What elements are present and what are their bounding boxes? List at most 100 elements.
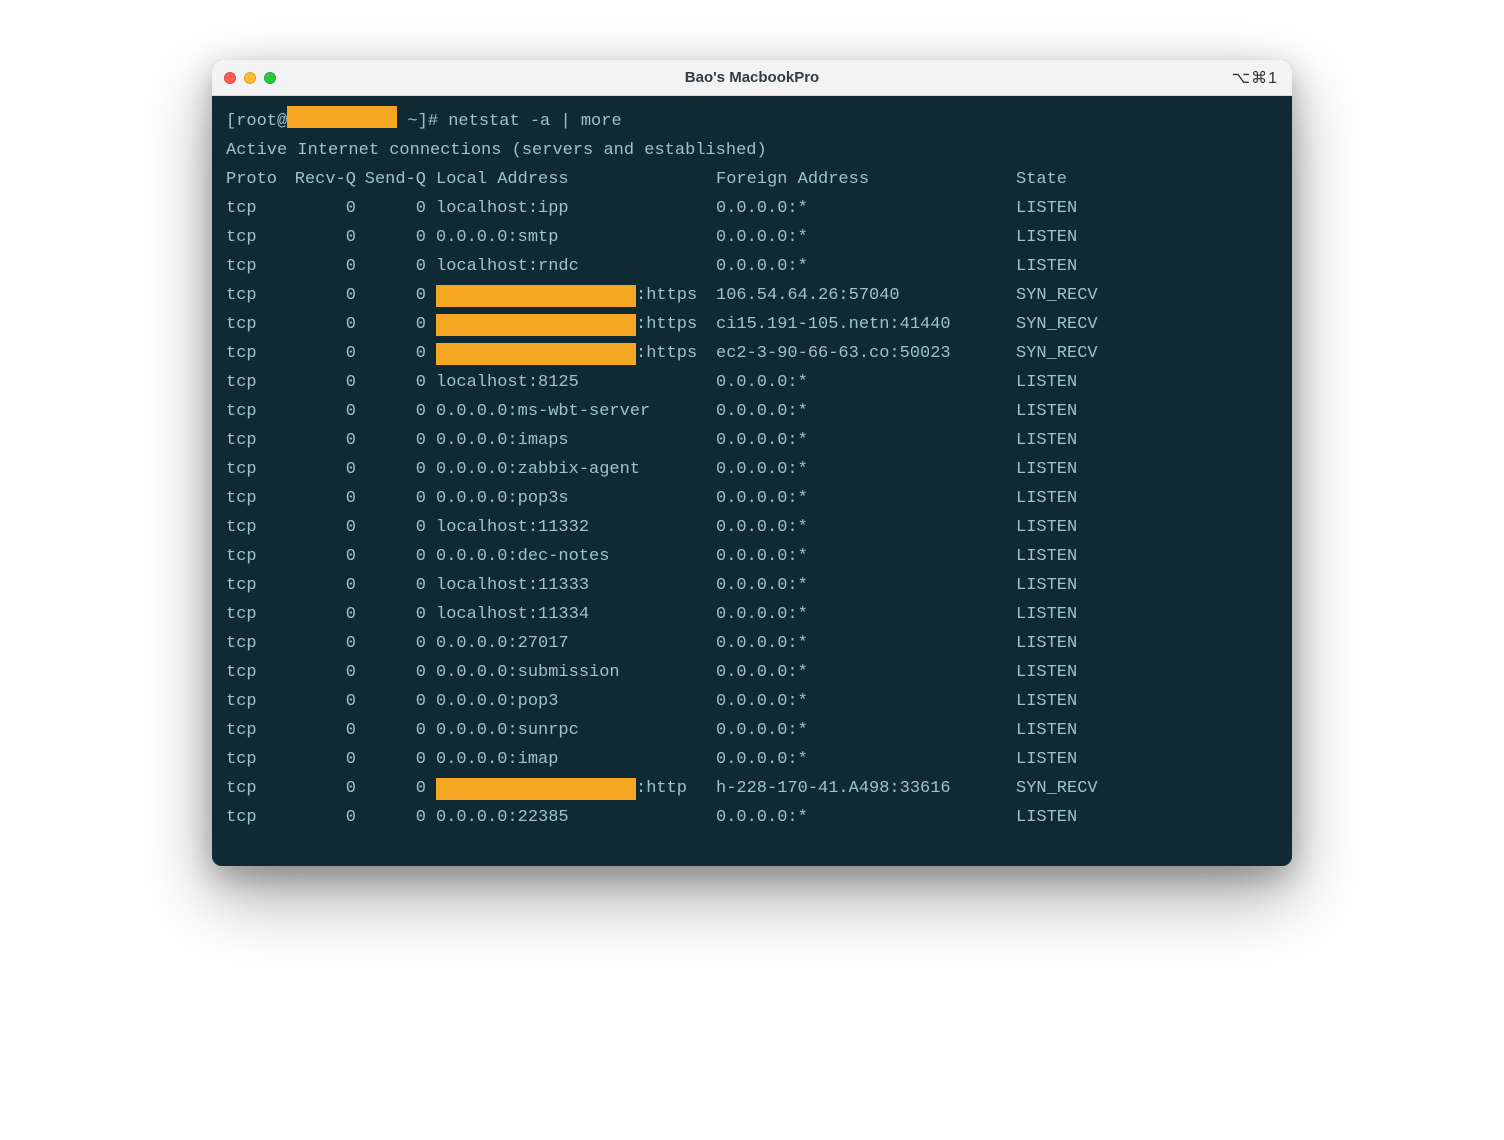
column-headers: ProtoRecv-QSend-Q Local AddressForeign A… — [226, 165, 1278, 194]
cell-recvq: 0 — [286, 716, 356, 745]
cell-foreign-address: 0.0.0.0:* — [716, 397, 1016, 426]
cell-sendq: 0 — [356, 368, 426, 397]
cell-foreign-address: ec2-3-90-66-63.co:50023 — [716, 339, 1016, 368]
cell-foreign-address: 0.0.0.0:* — [716, 716, 1016, 745]
cell-recvq: 0 — [286, 397, 356, 426]
cell-recvq: 0 — [286, 600, 356, 629]
col-foreign-header: Foreign Address — [716, 165, 1016, 194]
cell-state: SYN_RECV — [1016, 339, 1098, 368]
terminal-body[interactable]: [root@ ~]# netstat -a | more Active Inte… — [212, 96, 1292, 866]
netstat-row: tcp00 0.0.0.0:ms-wbt-server0.0.0.0:*LIST… — [226, 397, 1278, 426]
cell-proto: tcp — [226, 803, 286, 832]
close-button[interactable] — [224, 72, 236, 84]
netstat-row: tcp00 :httpsci15.191-105.netn:41440SYN_R… — [226, 310, 1278, 339]
cell-sendq: 0 — [356, 629, 426, 658]
command-text: netstat -a | more — [448, 112, 621, 131]
netstat-row: tcp00 0.0.0.0:imaps0.0.0.0:*LISTEN — [226, 426, 1278, 455]
prompt-suffix: ~]# — [397, 112, 448, 131]
cell-proto: tcp — [226, 687, 286, 716]
cell-sendq: 0 — [356, 716, 426, 745]
cell-state: LISTEN — [1016, 397, 1077, 426]
cell-sendq: 0 — [356, 687, 426, 716]
cell-recvq: 0 — [286, 803, 356, 832]
subheader: Active Internet connections (servers and… — [226, 136, 1278, 165]
cell-sendq: 0 — [356, 513, 426, 542]
netstat-row: tcp00 0.0.0.0:zabbix-agent0.0.0.0:*LISTE… — [226, 455, 1278, 484]
cell-proto: tcp — [226, 426, 286, 455]
cell-foreign-address: 0.0.0.0:* — [716, 484, 1016, 513]
cell-proto: tcp — [226, 484, 286, 513]
col-recvq-header: Recv-Q — [286, 165, 356, 194]
cell-proto: tcp — [226, 774, 286, 803]
cell-local-address: 0.0.0.0:pop3 — [436, 687, 716, 716]
cell-sendq: 0 — [356, 658, 426, 687]
netstat-row: tcp00 localhost:113340.0.0.0:*LISTEN — [226, 600, 1278, 629]
cell-state: LISTEN — [1016, 629, 1077, 658]
netstat-row: tcp00 :httpsec2-3-90-66-63.co:50023SYN_R… — [226, 339, 1278, 368]
cell-state: LISTEN — [1016, 542, 1077, 571]
cell-proto: tcp — [226, 716, 286, 745]
netstat-rows: tcp00 localhost:ipp0.0.0.0:*LISTEN tcp00 … — [226, 194, 1278, 832]
cell-recvq: 0 — [286, 194, 356, 223]
cell-state: LISTEN — [1016, 803, 1077, 832]
cell-proto: tcp — [226, 194, 286, 223]
cell-foreign-address: 0.0.0.0:* — [716, 803, 1016, 832]
minimize-button[interactable] — [244, 72, 256, 84]
local-suffix: :http — [636, 774, 687, 803]
cell-sendq: 0 — [356, 194, 426, 223]
cell-proto: tcp — [226, 600, 286, 629]
redacted-hostname — [287, 106, 397, 128]
cell-local-address: 0.0.0.0:zabbix-agent — [436, 455, 716, 484]
cell-proto: tcp — [226, 629, 286, 658]
cell-state: LISTEN — [1016, 368, 1077, 397]
netstat-row: tcp00 0.0.0.0:pop30.0.0.0:*LISTEN — [226, 687, 1278, 716]
cell-foreign-address: 106.54.64.26:57040 — [716, 281, 1016, 310]
cell-recvq: 0 — [286, 629, 356, 658]
cell-recvq: 0 — [286, 223, 356, 252]
cell-state: LISTEN — [1016, 484, 1077, 513]
cell-local-address: 0.0.0.0:sunrpc — [436, 716, 716, 745]
cell-local-address: 0.0.0.0:dec-notes — [436, 542, 716, 571]
redacted-local-address — [436, 343, 636, 365]
netstat-row: tcp00 localhost:81250.0.0.0:*LISTEN — [226, 368, 1278, 397]
cell-state: LISTEN — [1016, 687, 1077, 716]
cell-recvq: 0 — [286, 368, 356, 397]
netstat-row: tcp00 localhost:ipp0.0.0.0:*LISTEN — [226, 194, 1278, 223]
maximize-button[interactable] — [264, 72, 276, 84]
cell-foreign-address: 0.0.0.0:* — [716, 368, 1016, 397]
cell-state: LISTEN — [1016, 252, 1077, 281]
cell-sendq: 0 — [356, 484, 426, 513]
cell-recvq: 0 — [286, 745, 356, 774]
cell-local-address: 0.0.0.0:submission — [436, 658, 716, 687]
col-local-header: Local Address — [436, 165, 716, 194]
local-suffix: :https — [636, 339, 697, 368]
cell-local-address: 0.0.0.0:pop3s — [436, 484, 716, 513]
cell-state: LISTEN — [1016, 600, 1077, 629]
cell-sendq: 0 — [356, 339, 426, 368]
cell-recvq: 0 — [286, 281, 356, 310]
cell-proto: tcp — [226, 223, 286, 252]
cell-recvq: 0 — [286, 484, 356, 513]
col-proto-header: Proto — [226, 165, 286, 194]
cell-foreign-address: 0.0.0.0:* — [716, 426, 1016, 455]
cell-state: LISTEN — [1016, 745, 1077, 774]
cell-state: LISTEN — [1016, 455, 1077, 484]
window-controls — [224, 72, 276, 84]
cell-recvq: 0 — [286, 542, 356, 571]
cell-foreign-address: 0.0.0.0:* — [716, 687, 1016, 716]
cell-foreign-address: 0.0.0.0:* — [716, 252, 1016, 281]
cell-local-address: localhost:11333 — [436, 571, 716, 600]
cell-sendq: 0 — [356, 774, 426, 803]
cell-foreign-address: 0.0.0.0:* — [716, 194, 1016, 223]
prompt-prefix: [root@ — [226, 112, 287, 131]
redacted-local-address — [436, 285, 636, 307]
local-suffix: :https — [636, 310, 697, 339]
cell-proto: tcp — [226, 571, 286, 600]
cell-proto: tcp — [226, 542, 286, 571]
window-shortcut: ⌥⌘1 — [1232, 68, 1278, 88]
cell-foreign-address: 0.0.0.0:* — [716, 542, 1016, 571]
cell-sendq: 0 — [356, 281, 426, 310]
netstat-row: tcp00 0.0.0.0:imap0.0.0.0:*LISTEN — [226, 745, 1278, 774]
cell-sendq: 0 — [356, 571, 426, 600]
cell-foreign-address: 0.0.0.0:* — [716, 629, 1016, 658]
